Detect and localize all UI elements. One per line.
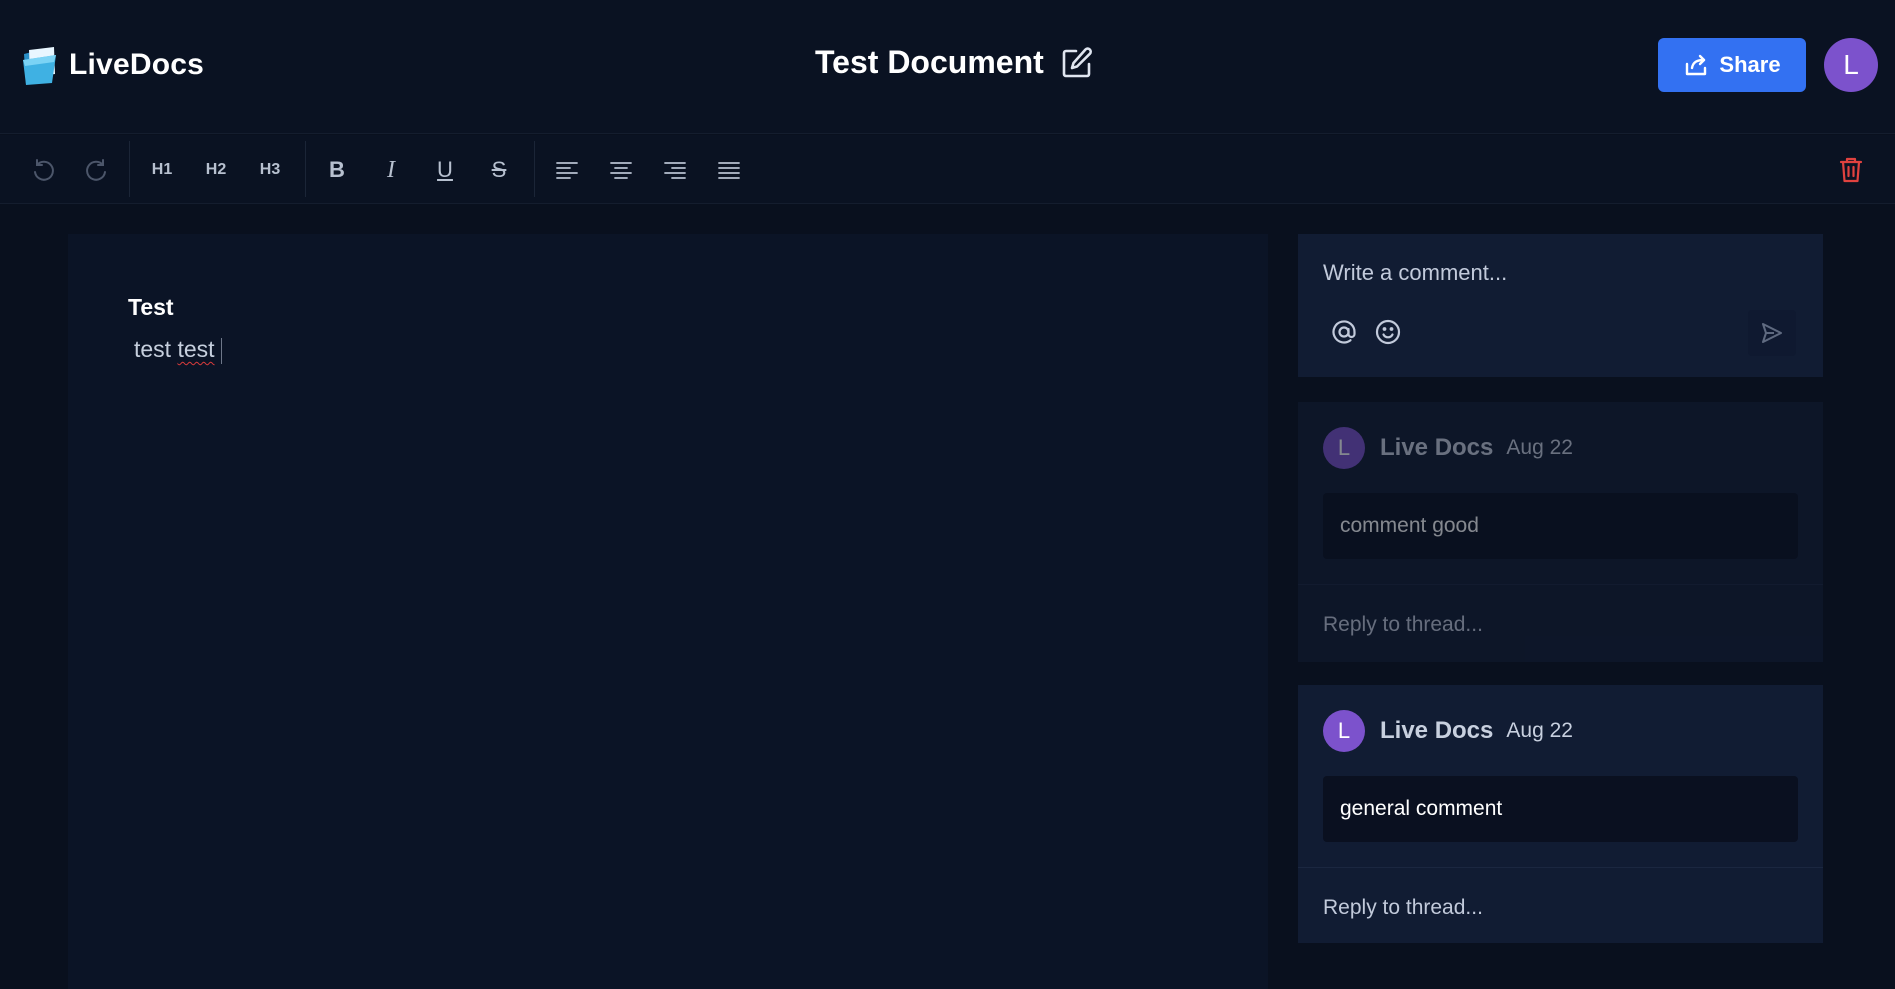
align-left-button[interactable] [546,149,588,191]
edit-title-icon[interactable] [1060,46,1094,80]
align-center-button[interactable] [600,149,642,191]
document-heading[interactable]: Test [128,294,174,321]
user-avatar[interactable]: L [1824,38,1878,92]
text-cursor [220,337,222,364]
share-button[interactable]: Share [1658,38,1806,92]
reply-input[interactable]: Reply to thread... [1298,584,1823,662]
reply-input[interactable]: Reply to thread... [1298,867,1823,945]
thread-header: L Live Docs Aug 22 [1323,710,1573,752]
toolbar-divider [305,141,306,197]
align-center-icon [610,162,632,179]
app-name: LiveDocs [69,48,204,81]
misspelled-word: test [177,336,215,362]
comment-date: Aug 22 [1506,436,1573,459]
folder-logo-icon [23,47,56,85]
app-header: LiveDocs Test Document Share L [0,0,1895,134]
paragraph-word: test [134,336,172,362]
send-comment-button[interactable] [1748,310,1796,356]
comment-author: Live Docs [1380,434,1494,461]
strikethrough-button[interactable]: S [478,149,520,191]
underline-button[interactable]: U [424,149,466,191]
send-icon [1762,323,1782,343]
align-right-button[interactable] [654,149,696,191]
comment-body: general comment [1323,776,1798,842]
italic-button[interactable]: I [370,149,412,191]
bold-button[interactable]: B [316,149,358,191]
align-left-icon [556,162,578,179]
toolbar-divider [534,141,535,197]
redo-button[interactable] [76,149,118,191]
align-justify-button[interactable] [708,149,750,191]
comment-date: Aug 22 [1506,719,1573,742]
document-editor[interactable]: Test test test [68,234,1268,989]
comment-thread: L Live Docs Aug 22 general comment Reply… [1298,685,1823,943]
document-title[interactable]: Test Document [815,44,1044,81]
document-title-area: Test Document [815,44,1094,81]
comment-input[interactable]: Write a comment... [1323,260,1507,286]
undo-button[interactable] [22,149,64,191]
align-right-icon [664,162,686,179]
heading-3-button[interactable]: H3 [249,149,291,191]
align-justify-icon [718,162,740,179]
avatar: L [1323,427,1365,469]
heading-2-button[interactable]: H2 [195,149,237,191]
toolbar-divider [129,141,130,197]
avatar: L [1323,710,1365,752]
comment-composer: Write a comment... [1298,234,1823,377]
share-label: Share [1719,52,1781,77]
undo-icon [34,159,54,181]
comment-body: comment good [1323,493,1798,559]
share-icon [1686,54,1707,76]
thread-header: L Live Docs Aug 22 [1323,427,1573,469]
formatting-toolbar: H1 H2 H3 B I U S [0,135,1895,204]
comment-thread: L Live Docs Aug 22 comment good Reply to… [1298,402,1823,662]
delete-document-button[interactable] [1830,149,1872,191]
emoji-icon[interactable] [1374,318,1404,348]
trash-icon [1839,157,1863,183]
heading-1-button[interactable]: H1 [141,149,183,191]
app-logo[interactable]: LiveDocs [21,44,204,86]
mention-icon[interactable] [1330,318,1360,348]
document-paragraph[interactable]: test test [134,336,222,364]
comment-author: Live Docs [1380,717,1494,744]
redo-icon [86,159,106,181]
